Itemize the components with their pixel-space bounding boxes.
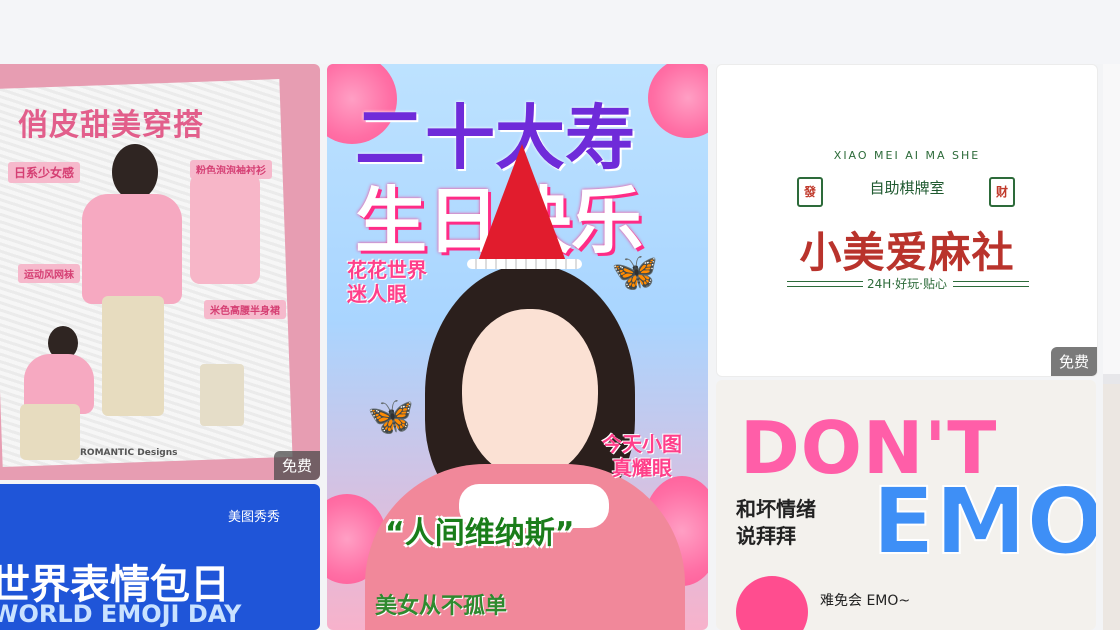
mahjong-tile-icon: 财: [989, 177, 1015, 207]
quote-text: “人间维纳斯”: [385, 516, 575, 551]
rose-decoration: [648, 64, 708, 138]
shirt-image: [190, 174, 260, 284]
skirt-image: [200, 364, 244, 426]
model-face: [462, 309, 598, 479]
butterfly-icon: 🦋: [611, 250, 659, 294]
hat-pearls: [467, 259, 582, 269]
sticker-text: 今天小图 真耀眼: [602, 432, 682, 480]
free-badge: 免费: [273, 451, 320, 480]
tag-label: 日系少女感: [8, 162, 81, 183]
tagline: 24H·好玩·贴心: [867, 277, 947, 291]
model-head: [112, 144, 158, 200]
subtitle: 自助棋牌室: [869, 179, 945, 197]
card-subtitle: WORLD EMOJI DAY: [0, 600, 242, 628]
brand-text: ROMANTIC Designs: [80, 448, 178, 458]
smile-icon: [736, 576, 808, 630]
sticker-text: 花花世界 迷人眼: [347, 258, 427, 306]
card-title: 俏皮甜美穿搭: [18, 108, 204, 143]
party-hat: [477, 144, 567, 264]
pinyin-text: XIAO MEI AI MA SHE: [833, 149, 981, 162]
template-card-outfit[interactable]: 俏皮甜美穿搭 日系少女感 粉色泡泡袖衬衫 运动风网袜 米色高腰半身裙 ROMAN…: [0, 64, 320, 480]
template-card-mahjong[interactable]: XIAO MEI AI MA SHE 發 自助棋牌室 财 小美爱麻社 24H·好…: [716, 64, 1098, 377]
template-card-birthday[interactable]: 二十大寿 生日快乐 🦋 🦋 花花世界 迷人眼 今天小图 真耀眼 “人间维纳斯” …: [327, 64, 708, 630]
model-skirt: [102, 296, 164, 416]
bottom-text: 美女从不孤单: [375, 594, 508, 619]
tag-label: 运动风网袜: [18, 264, 80, 283]
model-skirt-small: [20, 404, 80, 460]
tag-label: 米色高腰半身裙: [204, 300, 286, 319]
template-card-emoji-day[interactable]: 美图秀秀 世界表情包日 WORLD EMOJI DAY: [0, 484, 320, 630]
shop-name: 小美爱麻社: [799, 228, 1015, 277]
app-logo: 美图秀秀: [227, 510, 280, 525]
top-bar: [0, 0, 1120, 64]
emo-text: EMO: [871, 467, 1096, 576]
next-column-peek: [1103, 64, 1120, 630]
chinese-text: 和坏情绪 说拜拜: [736, 497, 816, 548]
bottom-text: 难免会 EMO~: [820, 593, 911, 609]
butterfly-icon: 🦋: [367, 394, 415, 438]
model-top: [82, 194, 182, 304]
template-card-dont-emo[interactable]: DON'T EMO 和坏情绪 说拜拜 难免会 EMO~: [716, 380, 1096, 630]
free-badge: 免费: [1050, 347, 1097, 376]
